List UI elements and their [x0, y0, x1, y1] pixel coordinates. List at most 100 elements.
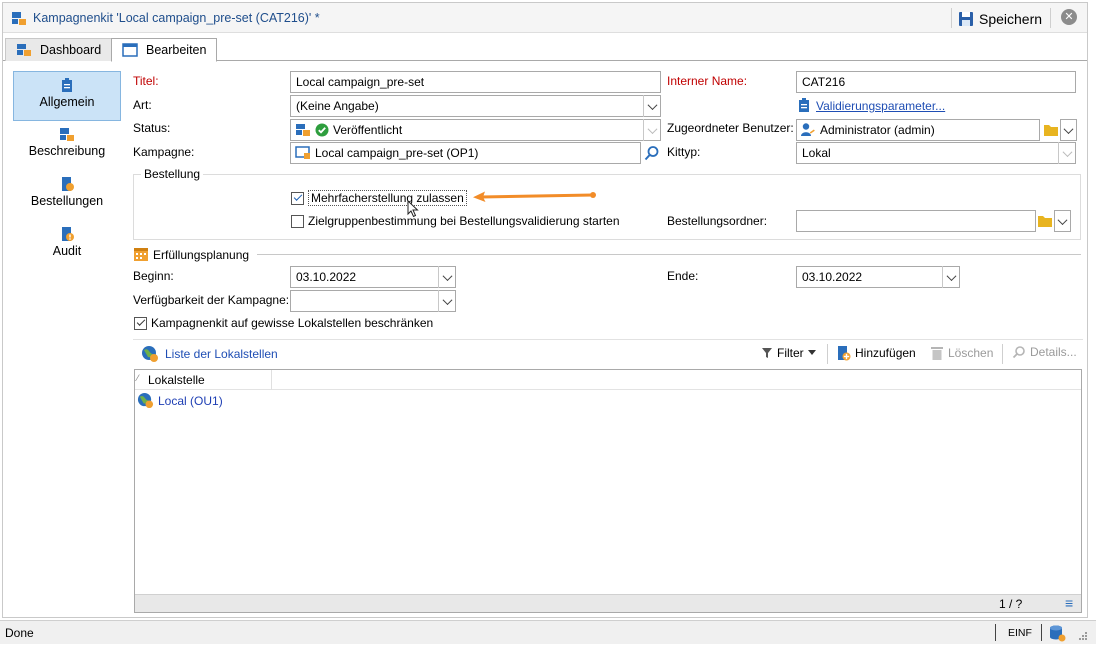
sidebar-item-allgemein[interactable]: Allgemein — [13, 71, 121, 121]
globe-icon — [137, 392, 154, 409]
status-value: Veröffentlicht — [333, 123, 403, 137]
kittyp-dropdown-button[interactable] — [1058, 142, 1075, 164]
filter-icon — [762, 348, 772, 358]
chevron-down-icon — [946, 270, 956, 281]
grid-footer: 1 / ? ≡ — [135, 594, 1081, 612]
toolbar-separator — [827, 344, 828, 364]
tab-strip: Dashboard Bearbeiten — [3, 34, 1087, 62]
kampagne-value: Local campaign_pre-set (OP1) — [315, 146, 479, 160]
column-header-lokalstelle[interactable]: Lokalstelle — [148, 373, 205, 387]
sidebar-item-label: Audit — [52, 244, 82, 258]
toolbar-separator-2 — [1002, 344, 1003, 364]
ende-dropdown-button[interactable] — [942, 266, 959, 288]
sidebar-item-bestellungen[interactable]: Bestellungen — [13, 171, 121, 221]
sidebar-item-audit[interactable]: Audit — [13, 221, 121, 271]
lokalstellen-toolbar: Liste der Lokalstellen Filter Hinzufügen… — [133, 339, 1083, 367]
tab-bearbeiten-label: Bearbeiten — [146, 43, 207, 57]
status-select[interactable]: Veröffentlicht — [290, 119, 661, 141]
save-button[interactable]: Speichern — [958, 8, 1042, 30]
bestellungsordner-input[interactable] — [796, 210, 1036, 232]
campaign-kit-icon — [11, 10, 27, 29]
status-separator — [995, 624, 996, 641]
beginn-label: Beginn: — [133, 269, 174, 283]
art-dropdown-button[interactable] — [643, 95, 660, 117]
bestellung-legend: Bestellung — [141, 167, 204, 181]
status-dropdown-button[interactable] — [643, 119, 660, 141]
save-label: Speichern — [979, 11, 1043, 27]
search-icon[interactable] — [644, 145, 660, 164]
beginn-dropdown-button[interactable] — [438, 266, 455, 288]
trash-icon — [931, 347, 943, 360]
benutzer-dropdown-button[interactable] — [1060, 119, 1077, 141]
kittyp-value: Lokal — [802, 146, 831, 160]
edit-form-icon — [122, 43, 138, 57]
annotation-arrow-icon — [473, 191, 596, 202]
verfuegbarkeit-input[interactable] — [290, 290, 456, 312]
status-separator-2 — [1041, 624, 1042, 641]
campaign-kit-icon — [296, 124, 310, 136]
sidebar-item-label: Allgemein — [39, 95, 95, 109]
zielgruppen-checkbox-row[interactable]: Zielgruppenbestimmung bei Bestellungsval… — [291, 214, 620, 228]
orders-icon — [62, 177, 74, 191]
details-label: Details... — [1030, 345, 1077, 359]
art-select[interactable]: (Keine Angabe) — [290, 95, 661, 117]
zielgruppen-label: Zielgruppenbestimmung bei Bestellungsval… — [308, 214, 620, 228]
insert-mode-indicator: EINF — [1008, 627, 1032, 639]
caret-down-icon — [807, 350, 816, 355]
tab-dashboard[interactable]: Dashboard — [5, 38, 113, 61]
lokalstellen-list-title: Liste der Lokalstellen — [165, 347, 278, 361]
table-row[interactable]: Local (OU1) — [137, 392, 223, 409]
mehrfach-checkbox-row[interactable]: Mehrfacherstellung zulassen — [291, 190, 467, 206]
filter-button[interactable]: Filter — [761, 346, 816, 360]
audit-icon — [62, 227, 74, 241]
mehrfach-checkbox[interactable] — [291, 191, 304, 205]
calendar-icon — [133, 246, 149, 265]
beschraenken-checkbox[interactable] — [134, 316, 147, 330]
status-bar: Done EINF — [0, 620, 1096, 644]
zielgruppen-checkbox[interactable] — [291, 214, 304, 228]
dashboard-icon — [17, 44, 31, 56]
ende-date-input[interactable]: 03.10.2022 — [796, 266, 960, 288]
beschraenken-checkbox-row[interactable]: Kampagnenkit auf gewisse Lokalstellen be… — [134, 316, 433, 330]
column-divider — [271, 370, 272, 390]
chevron-down-icon — [647, 123, 657, 134]
beginn-date-input[interactable]: 03.10.2022 — [290, 266, 456, 288]
kittyp-label: Kittyp: — [667, 145, 701, 159]
folder-icon[interactable] — [1037, 214, 1053, 231]
close-button[interactable]: ✕ — [1061, 9, 1077, 25]
resize-grip-icon[interactable] — [1078, 631, 1088, 641]
add-location-icon — [838, 346, 851, 361]
column-menu-icon[interactable]: ≡ — [1065, 595, 1073, 611]
validierungsparameter-link[interactable]: Validierungsparameter... — [816, 99, 945, 113]
interner-name-label: Interner Name: — [667, 74, 748, 88]
bestellungsordner-label: Bestellungsordner: — [667, 214, 768, 228]
benutzer-value: Administrator (admin) — [820, 123, 935, 137]
grid-header: ⁄ Lokalstelle — [135, 370, 1081, 390]
titel-input[interactable]: Local campaign_pre-set — [290, 71, 661, 93]
globe-icon — [141, 345, 159, 366]
add-button[interactable]: Hinzufügen — [835, 345, 916, 361]
chevron-down-icon — [647, 99, 657, 110]
interner-name-input[interactable]: CAT216 — [796, 71, 1076, 93]
benutzer-input[interactable]: Administrator (admin) — [796, 119, 1040, 141]
folder-icon[interactable] — [1043, 123, 1059, 140]
campaign-kit-window: Kampagnenkit 'Local campaign_pre-set (CA… — [2, 2, 1088, 618]
planung-divider — [257, 254, 1081, 255]
ende-label: Ende: — [667, 269, 699, 283]
database-icon[interactable] — [1048, 624, 1066, 645]
tab-bearbeiten[interactable]: Bearbeiten — [111, 38, 218, 62]
kittyp-select[interactable]: Lokal — [796, 142, 1076, 164]
kampagne-input[interactable]: Local campaign_pre-set (OP1) — [290, 142, 641, 164]
bestellungsordner-dropdown-button[interactable] — [1054, 210, 1071, 232]
art-value: (Keine Angabe) — [296, 99, 379, 113]
filter-label: Filter — [777, 346, 804, 360]
chevron-down-icon — [1057, 214, 1068, 225]
tab-dashboard-label: Dashboard — [40, 43, 102, 57]
details-button[interactable]: Details... — [1012, 345, 1077, 359]
verfuegbarkeit-dropdown-button[interactable] — [438, 290, 455, 312]
planung-legend: Erfüllungsplanung — [153, 248, 250, 262]
sidebar-item-beschreibung[interactable]: Beschreibung — [13, 121, 121, 171]
row-lokalstelle-value: Local (OU1) — [158, 393, 223, 408]
sort-indicator-icon: ⁄ — [137, 373, 139, 383]
delete-button[interactable]: Löschen — [930, 345, 993, 361]
